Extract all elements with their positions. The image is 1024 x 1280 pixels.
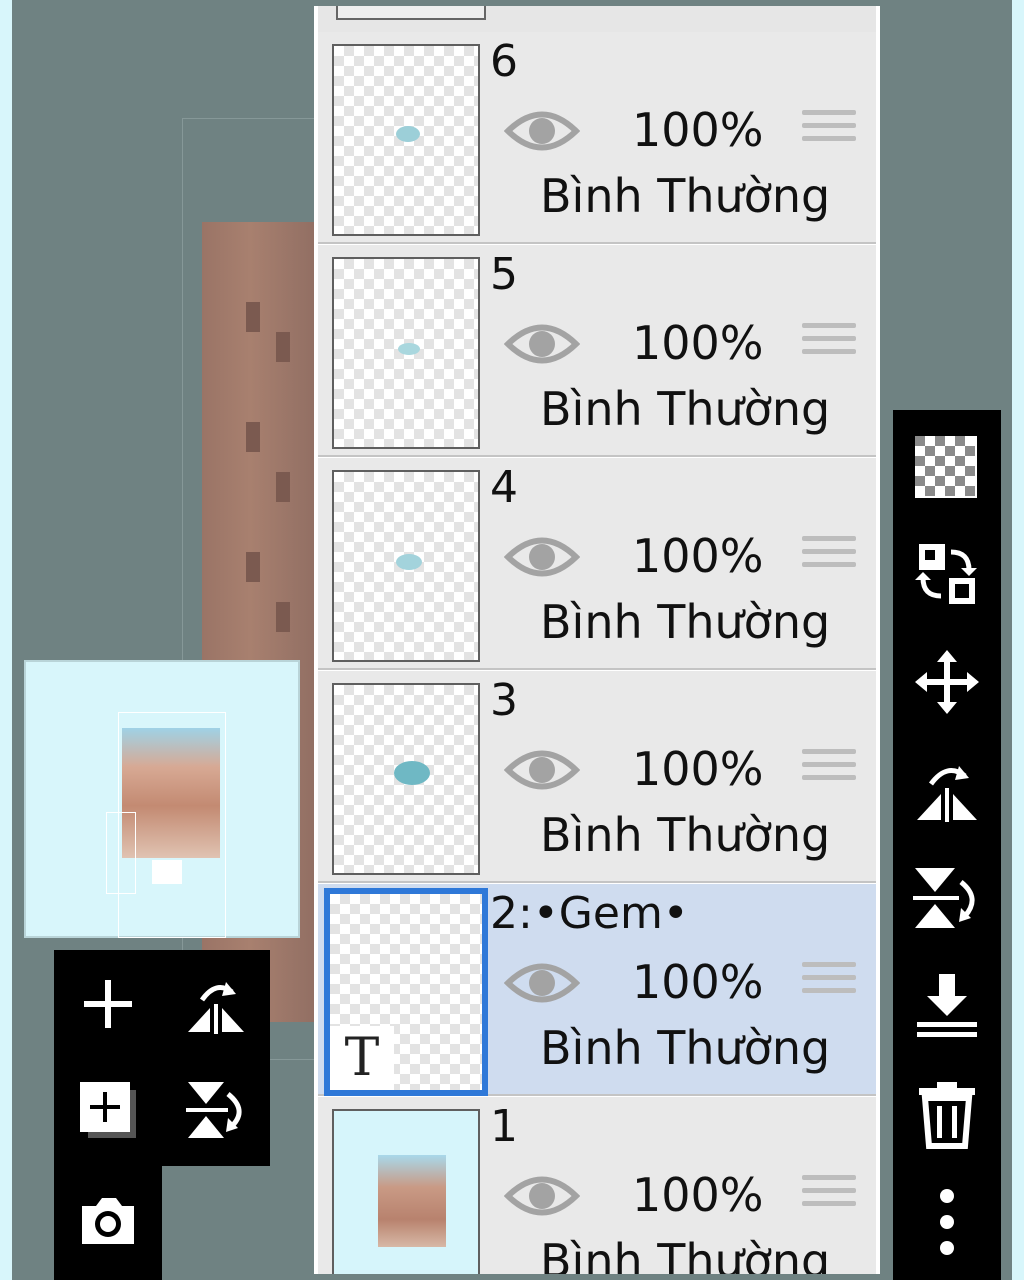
layer-thumbnail[interactable]	[332, 683, 480, 875]
layer-row-4[interactable]: 4 100% Bình Thường	[318, 458, 876, 670]
drag-handle-icon[interactable]	[802, 110, 856, 156]
building-window	[276, 602, 290, 632]
layer-opacity[interactable]: 100%	[632, 954, 764, 1010]
thumbnail-photo	[378, 1155, 446, 1247]
layer-panel[interactable]: 6 100% Bình Thường 5 100% Bình Thường 4	[314, 6, 880, 1274]
merge-down-icon[interactable]	[911, 970, 983, 1042]
layer-opacity[interactable]: 100%	[632, 528, 764, 584]
layer-tools-toolbar	[893, 410, 1001, 1280]
preview-frame	[106, 812, 136, 894]
layer-name: 3	[490, 675, 518, 726]
blend-mode[interactable]: Bình Thường	[540, 168, 830, 224]
drag-handle-icon[interactable]	[802, 962, 856, 1008]
transparency-checker-icon[interactable]	[911, 430, 983, 502]
layer-opacity[interactable]: 100%	[632, 1167, 764, 1223]
frame-right	[1012, 0, 1024, 1280]
thumbnail-art	[396, 554, 422, 570]
drag-handle-icon[interactable]	[802, 323, 856, 369]
layer-name: 2:•Gem•	[490, 888, 689, 939]
eye-icon[interactable]	[504, 1169, 580, 1223]
building-window	[276, 332, 290, 362]
thumbnail-art	[398, 343, 420, 355]
layer-thumbnail	[336, 6, 486, 20]
capture-toolbar	[54, 1166, 162, 1280]
layer-opacity[interactable]: 100%	[632, 102, 764, 158]
eye-icon[interactable]	[504, 104, 580, 158]
flip-horizontal-icon[interactable]	[911, 754, 983, 826]
flip-canvas-horizontal-icon[interactable]	[184, 972, 248, 1036]
eye-icon[interactable]	[504, 530, 580, 584]
layer-row-5[interactable]: 5 100% Bình Thường	[318, 245, 876, 457]
layer-name: 5	[490, 249, 518, 300]
eye-icon[interactable]	[504, 317, 580, 371]
more-vertical-icon[interactable]	[911, 1186, 983, 1258]
move-icon[interactable]	[911, 646, 983, 718]
layer-name: 4	[490, 462, 518, 513]
layer-thumbnail[interactable]	[332, 44, 480, 236]
thumbnail-art	[396, 126, 420, 142]
layer-thumbnail[interactable]	[332, 470, 480, 662]
layer-thumbnail[interactable]	[332, 1109, 480, 1274]
layer-row-1[interactable]: 1 100% Bình Thường	[318, 1097, 876, 1274]
add-layer-copy-icon[interactable]	[76, 1078, 140, 1142]
drag-handle-icon[interactable]	[802, 536, 856, 582]
building-window	[246, 302, 260, 332]
layer-thumbnail[interactable]: T	[324, 888, 488, 1096]
blend-mode[interactable]: Bình Thường	[540, 1020, 830, 1076]
blend-mode[interactable]: Bình Thường	[540, 381, 830, 437]
layer-name: 1	[490, 1101, 518, 1152]
layer-thumbnail[interactable]	[332, 257, 480, 449]
blend-mode[interactable]: Bình Thường	[540, 807, 830, 863]
add-layer-icon[interactable]	[76, 972, 140, 1036]
swap-layers-icon[interactable]	[911, 538, 983, 610]
thumbnail-art	[394, 761, 430, 785]
drag-handle-icon[interactable]	[802, 1175, 856, 1221]
flip-canvas-vertical-icon[interactable]	[184, 1078, 248, 1142]
text-layer-icon: T	[330, 1026, 394, 1090]
frame-left	[0, 0, 12, 1280]
blend-mode[interactable]: Bình Thường	[540, 1233, 830, 1274]
building-window	[246, 552, 260, 582]
trash-icon[interactable]	[911, 1078, 983, 1150]
preview-text-area	[152, 860, 182, 884]
layer-row-3[interactable]: 3 100% Bình Thường	[318, 671, 876, 883]
eye-icon[interactable]	[504, 743, 580, 797]
building-window	[246, 422, 260, 452]
eye-icon[interactable]	[504, 956, 580, 1010]
building-window	[276, 472, 290, 502]
flip-vertical-icon[interactable]	[911, 862, 983, 934]
layer-row-6[interactable]: 6 100% Bình Thường	[318, 32, 876, 244]
layer-row-partial[interactable]	[318, 6, 876, 34]
layer-actions-toolbar	[54, 950, 270, 1166]
blend-mode[interactable]: Bình Thường	[540, 594, 830, 650]
layer-opacity[interactable]: 100%	[632, 741, 764, 797]
layer-row-2[interactable]: T 2:•Gem• 100% Bình Thường	[318, 884, 876, 1096]
layer-opacity[interactable]: 100%	[632, 315, 764, 371]
preview-photo	[122, 728, 220, 858]
layer-name: 6	[490, 36, 518, 87]
camera-icon[interactable]	[76, 1188, 140, 1252]
drag-handle-icon[interactable]	[802, 749, 856, 795]
canvas-preview[interactable]	[24, 660, 300, 938]
